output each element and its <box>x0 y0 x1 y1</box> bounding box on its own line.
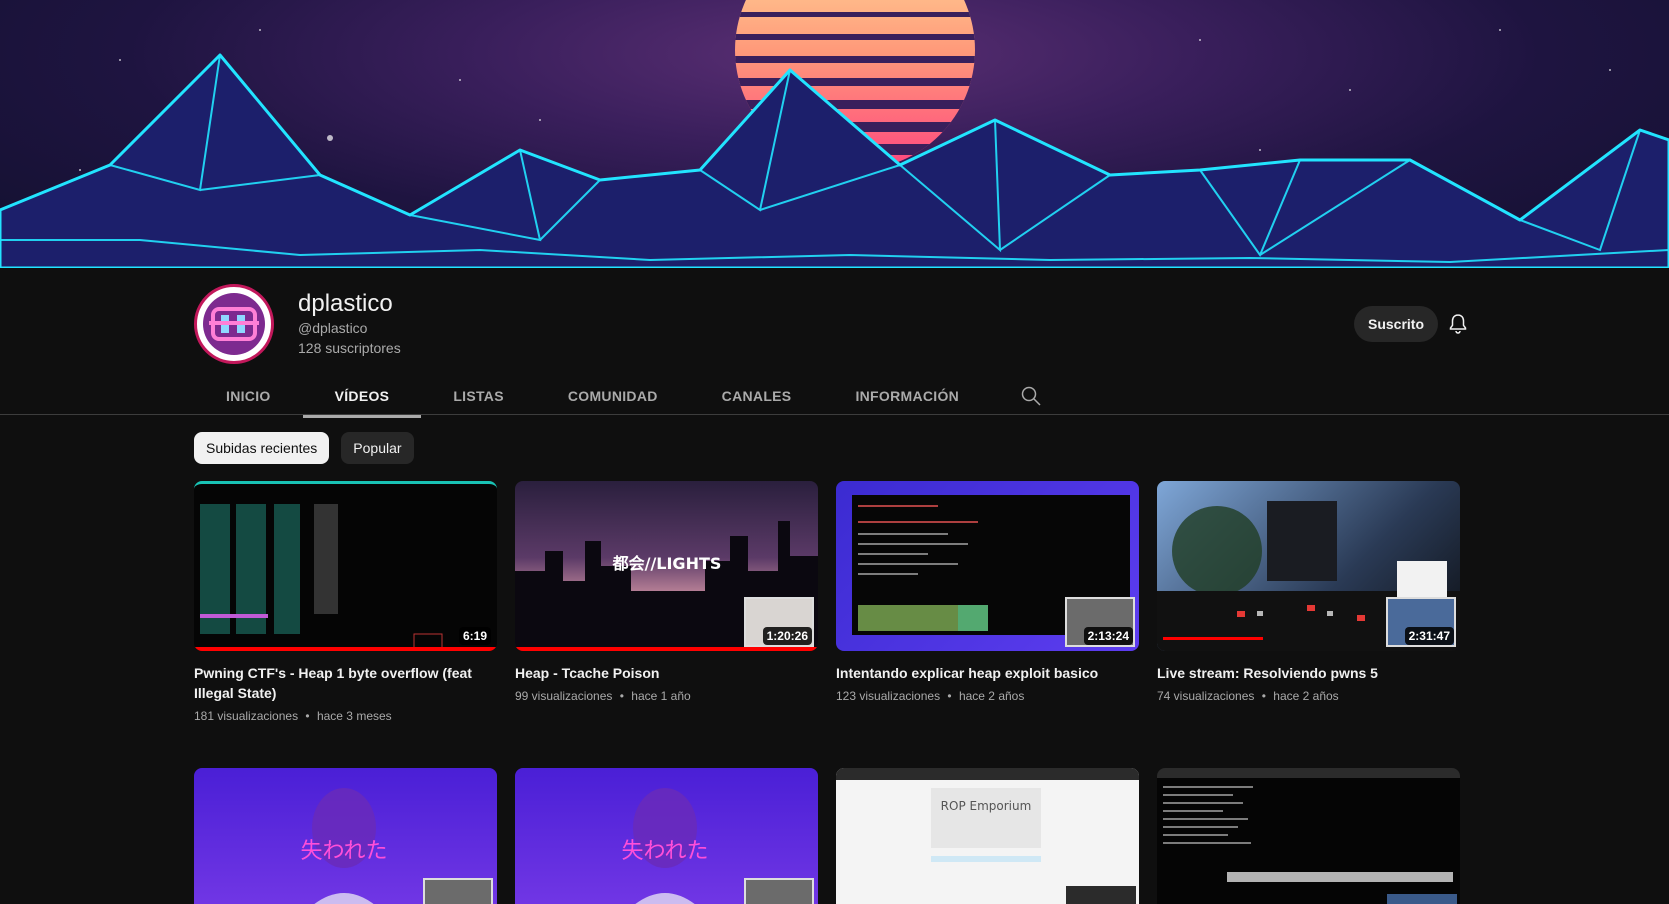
bell-icon[interactable] <box>1446 312 1470 336</box>
video-duration: 6:19 <box>458 627 491 645</box>
webcam-overlay <box>423 878 493 904</box>
thumbnail-text: 失われた <box>301 839 388 864</box>
thumbnail-text: ROP Emporium <box>941 799 1032 813</box>
tab-inicio[interactable]: INICIO <box>194 376 303 416</box>
webcam-overlay <box>744 878 814 904</box>
video-meta: 123 visualizaciones • hace 2 años <box>836 689 1024 703</box>
channel-name: dplastico <box>298 290 393 317</box>
upload-age: hace 1 año <box>631 689 691 703</box>
channel-header: dplastico @dplastico 128 suscriptores Su… <box>194 284 1478 364</box>
chip-recent[interactable]: Subidas recientes <box>194 432 330 464</box>
watch-progress-bar <box>194 647 497 651</box>
search-icon[interactable] <box>1003 376 1059 416</box>
tab-canales[interactable]: CANALES <box>690 376 824 416</box>
video-title[interactable]: Intentando explicar heap exploit basico <box>836 663 1126 683</box>
upload-age: hace 2 años <box>958 689 1025 703</box>
tab-comunidad[interactable]: COMUNIDAD <box>536 376 690 416</box>
meta-separator: • <box>947 689 952 703</box>
subscribed-button[interactable]: Suscrito <box>1354 306 1438 342</box>
watch-progress-bar <box>515 647 818 651</box>
video-meta: 99 visualizaciones • hace 1 año <box>515 689 691 703</box>
avatar-logo <box>203 293 265 355</box>
view-count: 123 visualizaciones <box>836 689 941 703</box>
video-thumbnail[interactable]: 失われた <box>194 768 497 904</box>
video-thumbnail[interactable]: 2:31:47 <box>1157 481 1460 651</box>
tab-videos[interactable]: VÍDEOS <box>302 376 422 418</box>
tab-listas[interactable]: LISTAS <box>421 376 536 416</box>
thumbnail-text: 失われた <box>622 839 709 864</box>
meta-separator: • <box>619 689 624 703</box>
video-duration: 2:13:24 <box>1083 627 1133 645</box>
channel-banner <box>0 0 1669 268</box>
chip-popular[interactable]: Popular <box>341 432 414 464</box>
video-meta: 74 visualizaciones • hace 2 años <box>1157 689 1339 703</box>
video-title[interactable]: Pwning CTF's - Heap 1 byte overflow (fea… <box>194 663 484 703</box>
tabs-divider <box>0 414 1669 415</box>
view-count: 181 visualizaciones <box>194 709 299 723</box>
meta-separator: • <box>305 709 310 723</box>
video-title[interactable]: Heap - Tcache Poison <box>515 663 805 683</box>
upload-age: hace 2 años <box>1273 689 1339 703</box>
video-thumbnail[interactable]: 2:13:24 <box>836 481 1139 651</box>
channel-tabs: INICIO VÍDEOS LISTAS COMUNIDAD CANALES I… <box>194 376 1059 418</box>
video-title[interactable]: Live stream: Resolviendo pwns 5 <box>1157 663 1447 683</box>
video-duration: 1:20:26 <box>762 627 812 645</box>
video-meta: 181 visualizaciones • hace 3 meses <box>194 709 392 723</box>
video-thumbnail[interactable] <box>1157 768 1460 904</box>
upload-age: hace 3 meses <box>316 709 392 723</box>
video-thumbnail[interactable]: 6:19 <box>194 481 497 651</box>
banner-artwork <box>0 0 1669 268</box>
view-count: 74 visualizaciones <box>1157 689 1255 703</box>
thumbnail-text: 都会//LIGHTS <box>612 554 722 573</box>
video-thumbnail[interactable]: 失われた <box>515 768 818 904</box>
subscriber-count: 128 suscriptores <box>298 340 401 356</box>
channel-handle: @dplastico <box>298 320 368 336</box>
video-thumbnail[interactable]: 都会//LIGHTS 1:20:26 <box>515 481 818 651</box>
sort-chips: Subidas recientes Popular <box>194 432 414 464</box>
video-thumbnail[interactable]: ROP Emporium <box>836 768 1139 904</box>
meta-separator: • <box>1261 689 1266 703</box>
tab-informacion[interactable]: INFORMACIÓN <box>823 376 991 416</box>
view-count: 99 visualizaciones <box>515 689 613 703</box>
channel-avatar[interactable] <box>194 284 274 364</box>
video-duration: 2:31:47 <box>1404 627 1454 645</box>
